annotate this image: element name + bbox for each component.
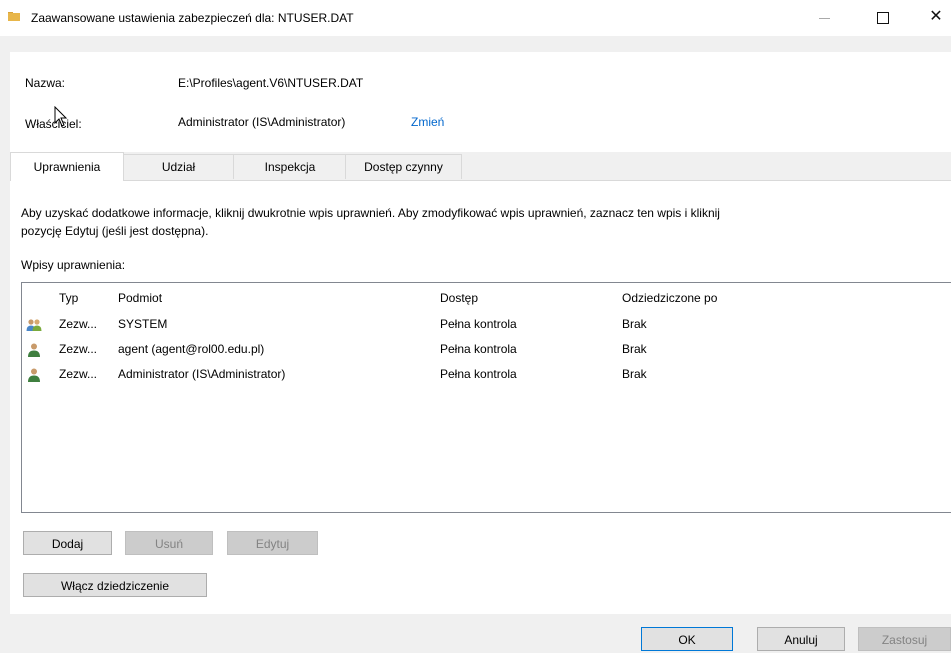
minimize-button[interactable]	[810, 6, 840, 28]
tab-inspekcja[interactable]: Inspekcja	[233, 154, 347, 179]
name-value: E:\Profiles\agent.V6\NTUSER.DAT	[178, 76, 364, 90]
apply-button[interactable]: Zastosuj	[858, 627, 951, 651]
close-button[interactable]: ✕	[921, 6, 951, 28]
user-icon	[28, 368, 40, 382]
tab-udzial[interactable]: Udział	[122, 154, 235, 179]
group-icon	[26, 319, 42, 331]
cursor-icon	[54, 106, 68, 127]
row-access: Pełna kontrola	[440, 342, 517, 356]
row-access: Pełna kontrola	[440, 367, 517, 381]
folder-icon	[8, 12, 20, 21]
cancel-button[interactable]: Anuluj	[757, 627, 845, 651]
column-header-access[interactable]: Dostęp	[440, 291, 478, 305]
table-row[interactable]: Zezw... SYSTEM Pełna kontrola Brak	[22, 314, 951, 336]
name-label: Nazwa:	[25, 76, 66, 90]
row-inherited: Brak	[622, 317, 647, 331]
maximize-button[interactable]	[868, 6, 898, 28]
tab-dostep-czynny[interactable]: Dostęp czynny	[345, 154, 462, 179]
change-owner-link[interactable]: Zmień	[411, 115, 444, 129]
user-icon	[28, 343, 40, 357]
entries-label: Wpisy uprawnienia:	[21, 258, 126, 272]
row-principal: agent (agent@rol00.edu.pl)	[118, 342, 265, 356]
row-type: Zezw...	[59, 317, 98, 331]
table-row[interactable]: Zezw... agent (agent@rol00.edu.pl) Pełna…	[22, 339, 951, 361]
edit-button[interactable]: Edytuj	[227, 531, 318, 555]
row-inherited: Brak	[622, 342, 647, 356]
row-inherited: Brak	[622, 367, 647, 381]
enable-inheritance-button[interactable]: Włącz dziedziczenie	[23, 573, 207, 597]
column-header-inherited[interactable]: Odziedziczone po	[622, 291, 717, 305]
remove-button[interactable]: Usuń	[125, 531, 213, 555]
owner-value: Administrator (IS\Administrator)	[178, 115, 346, 129]
row-type: Zezw...	[59, 342, 98, 356]
row-principal: Administrator (IS\Administrator)	[118, 367, 286, 381]
row-type: Zezw...	[59, 367, 98, 381]
description-line-1: Aby uzyskać dodatkowe informacje, klikni…	[21, 206, 720, 220]
title-bar: Zaawansowane ustawienia zabezpieczeń dla…	[0, 0, 951, 36]
ok-button[interactable]: OK	[641, 627, 733, 651]
tab-divider	[10, 180, 951, 181]
window-title: Zaawansowane ustawienia zabezpieczeń dla…	[31, 11, 354, 25]
permission-entries-list[interactable]: Typ Podmiot Dostęp Odziedziczone po Zezw…	[21, 282, 951, 513]
tab-uprawnienia[interactable]: Uprawnienia	[10, 152, 124, 181]
row-access: Pełna kontrola	[440, 317, 517, 331]
column-header-type[interactable]: Typ	[59, 291, 78, 305]
description-line-2: pozycję Edytuj (jeśli jest dostępna).	[21, 224, 209, 238]
row-principal: SYSTEM	[118, 317, 168, 331]
column-header-principal[interactable]: Podmiot	[118, 291, 162, 305]
add-button[interactable]: Dodaj	[23, 531, 112, 555]
table-row[interactable]: Zezw... Administrator (IS\Administrator)…	[22, 364, 951, 386]
